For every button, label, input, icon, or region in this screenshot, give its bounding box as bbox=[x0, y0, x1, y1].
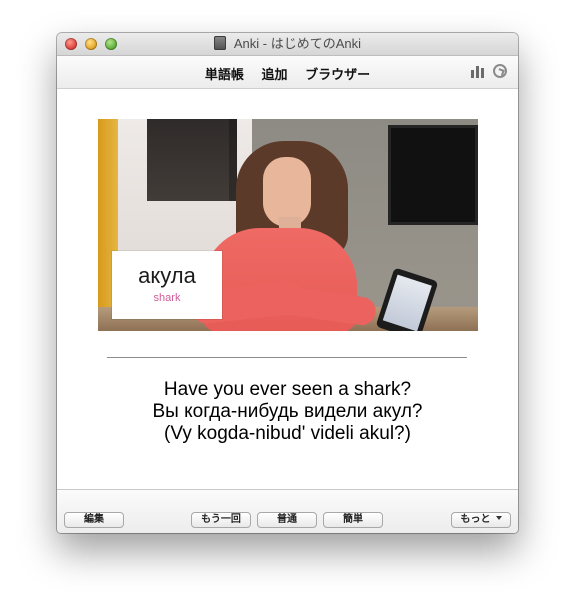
good-button[interactable]: 普通 bbox=[257, 512, 317, 528]
title-bar: Anki - はじめてのAnki bbox=[57, 33, 518, 56]
sync-icon[interactable] bbox=[493, 64, 507, 78]
again-button[interactable]: もう一回 bbox=[191, 512, 251, 528]
video-caption-card: акула shark bbox=[112, 251, 222, 319]
nav-browse[interactable]: ブラウザー bbox=[305, 64, 370, 83]
nav-decks[interactable]: 単語帳 bbox=[205, 64, 244, 83]
easy-button[interactable]: 簡単 bbox=[323, 512, 383, 528]
window-title: Anki - はじめてのAnki bbox=[233, 36, 362, 51]
stats-bar-3 bbox=[481, 68, 484, 78]
answer-line-transliteration: (Vy kogda-nibud' videli akul?) bbox=[164, 423, 411, 444]
stats-bar-1 bbox=[471, 70, 474, 78]
bottom-bar: 編集 もう一回 普通 簡単 もっと bbox=[57, 489, 518, 533]
answer-line-english: Have you ever seen a shark? bbox=[163, 379, 412, 400]
video-caption-word: акула bbox=[138, 263, 196, 288]
anki-app-icon bbox=[213, 36, 226, 50]
stats-bar-2 bbox=[476, 66, 479, 78]
top-toolbar: 単語帳 追加 ブラウザー bbox=[57, 56, 518, 89]
answer-text: Have you ever seen a shark? Вы когда-ниб… bbox=[57, 379, 518, 445]
answer-separator bbox=[107, 357, 467, 358]
video-television bbox=[388, 125, 478, 225]
edit-button[interactable]: 編集 bbox=[64, 512, 124, 528]
main-nav: 単語帳 追加 ブラウザー bbox=[57, 64, 518, 83]
window-title-wrap: Anki - はじめてのAnki bbox=[57, 36, 518, 52]
review-content: акула shark Have you ever seen a shark? … bbox=[57, 89, 518, 489]
video-wall-panel bbox=[147, 119, 237, 201]
stats-icon[interactable] bbox=[471, 66, 485, 78]
more-button-label: もっと bbox=[460, 514, 491, 525]
page: Anki - はじめてのAnki 単語帳 追加 ブラウザー акула shar… bbox=[0, 0, 575, 613]
card-video[interactable]: акула shark bbox=[98, 119, 478, 331]
answer-line-russian: Вы когда-нибудь видели акул? bbox=[152, 401, 423, 422]
video-caption-translation: shark bbox=[153, 292, 181, 304]
more-button[interactable]: もっと bbox=[451, 512, 511, 528]
nav-add[interactable]: 追加 bbox=[261, 64, 287, 83]
chevron-down-icon bbox=[495, 516, 502, 520]
anki-window: Anki - はじめてのAnki 単語帳 追加 ブラウザー акула shar… bbox=[57, 33, 518, 533]
